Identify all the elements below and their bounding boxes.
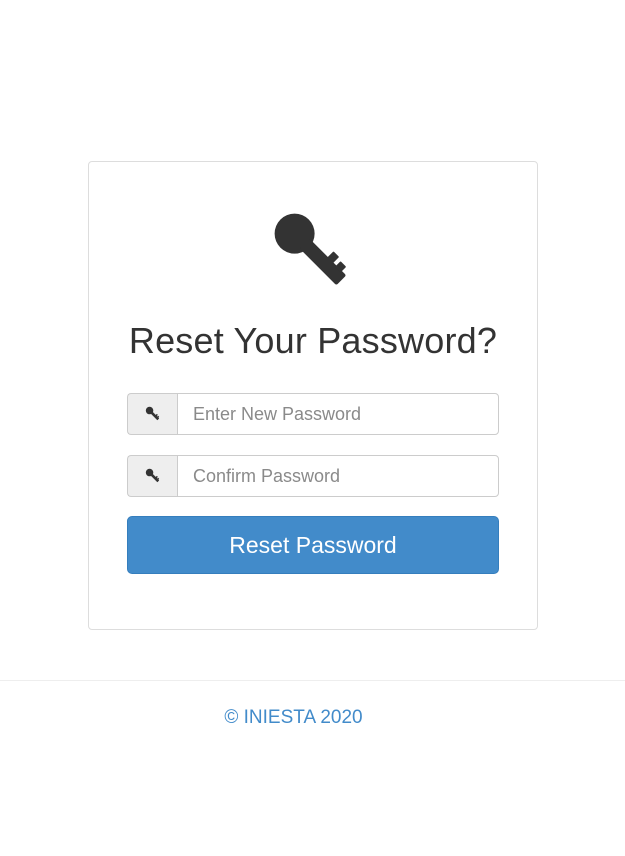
reset-password-card: Reset Your Password? Reset Password — [88, 161, 538, 630]
copyright-link[interactable]: © INIESTA 2020 — [224, 707, 362, 728]
new-password-addon — [127, 393, 177, 435]
new-password-input[interactable] — [177, 393, 499, 435]
key-icon — [274, 213, 346, 285]
page-title: Reset Your Password? — [128, 320, 498, 361]
reset-password-button[interactable]: Reset Password — [127, 516, 499, 574]
footer-divider — [0, 680, 625, 681]
footer: © INIESTA 2020 — [0, 707, 625, 729]
new-password-group — [127, 393, 499, 435]
key-icon — [145, 468, 159, 483]
confirm-password-input[interactable] — [177, 455, 499, 497]
confirm-password-addon — [127, 455, 177, 497]
confirm-password-group — [127, 455, 499, 497]
key-icon — [145, 406, 159, 421]
